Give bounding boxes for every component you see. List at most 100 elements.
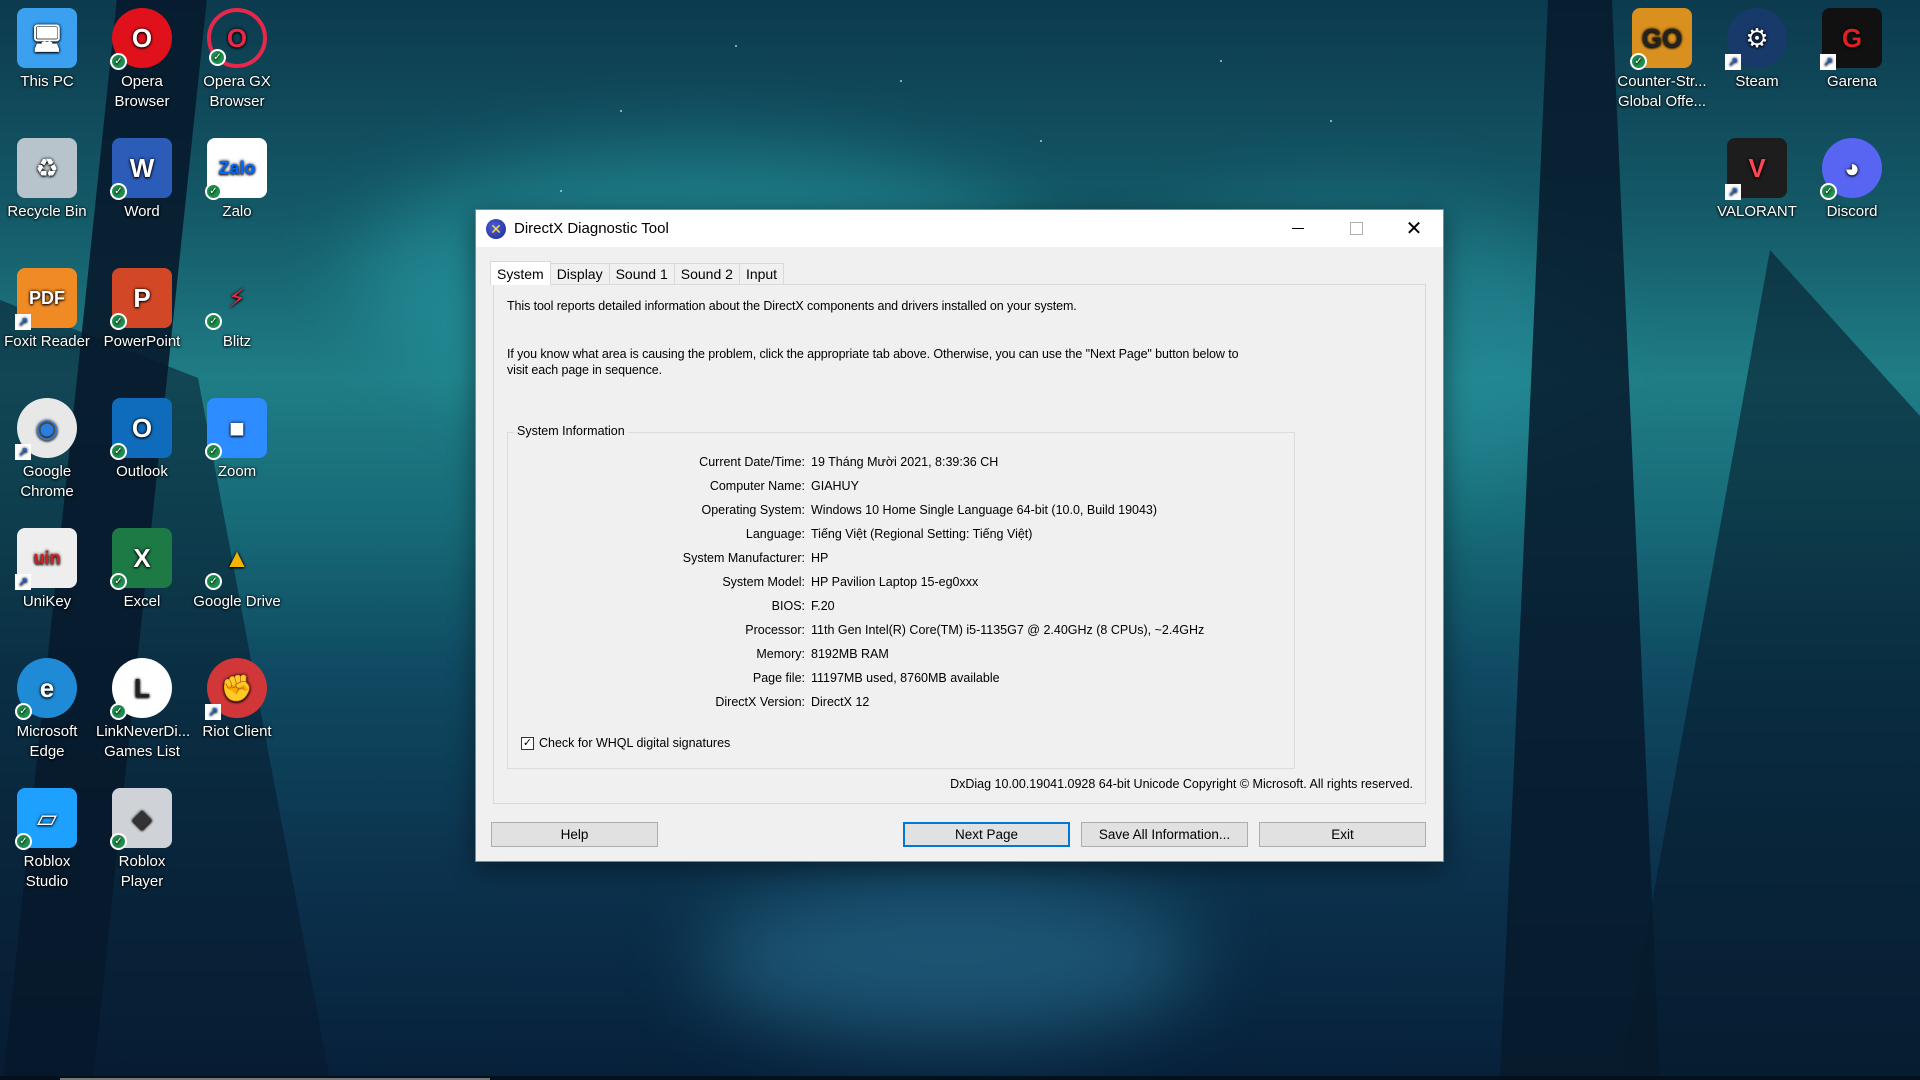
info-row: Processor: 11th Gen Intel(R) Core(TM) i5-… bbox=[508, 618, 1294, 642]
star bbox=[1220, 60, 1222, 62]
info-value: 8192MB RAM bbox=[811, 647, 889, 661]
desktop-icon-outlook[interactable]: O ✓ Outlook bbox=[96, 398, 188, 482]
maximize-icon bbox=[1349, 222, 1363, 235]
valorant-icon: V ↗ bbox=[1725, 138, 1787, 200]
computer-icon: 🖥 bbox=[17, 8, 77, 68]
desktop-icon-recycle-bin[interactable]: ♻ Recycle Bin bbox=[1, 138, 93, 222]
roblox-studio-icon: ▱ ✓ bbox=[15, 788, 77, 850]
whql-checkbox[interactable]: ✓ bbox=[521, 736, 534, 750]
info-value: GIAHUY bbox=[811, 479, 859, 493]
sync-status-icon: ✓ bbox=[110, 573, 127, 590]
info-value: F.20 bbox=[811, 599, 835, 613]
desktop-icon-label: Recycle Bin bbox=[7, 203, 87, 220]
desktop-icon-computer[interactable]: 🖥 This PC bbox=[1, 8, 93, 92]
desktop-icon-label: Zalo bbox=[222, 203, 252, 220]
foxit-reader-icon: PDF ↗ bbox=[15, 268, 77, 330]
minimize-button[interactable] bbox=[1269, 210, 1327, 247]
desktop-icon-label: Outlook bbox=[116, 463, 168, 480]
shortcut-arrow-icon: ↗ bbox=[15, 574, 31, 590]
info-key: Processor: bbox=[745, 623, 805, 637]
chrome-icon: ◉ ↗ bbox=[15, 398, 77, 460]
tab-sound-2[interactable]: Sound 2 bbox=[673, 263, 740, 285]
zoom-icon: ■ ✓ bbox=[205, 398, 267, 460]
close-button[interactable]: ✕ bbox=[1385, 210, 1443, 247]
desktop-icon-label: Roblox Player bbox=[118, 853, 166, 890]
info-key: System Model: bbox=[722, 575, 805, 589]
sync-status-icon: ✓ bbox=[205, 573, 222, 590]
shortcut-arrow-icon: ↗ bbox=[205, 704, 221, 720]
opera-icon: O ✓ bbox=[110, 8, 172, 70]
tab-sound-1[interactable]: Sound 1 bbox=[608, 263, 675, 285]
whql-checkbox-row[interactable]: ✓ Check for WHQL digital signatures bbox=[521, 736, 730, 750]
info-value: 11th Gen Intel(R) Core(TM) i5-1135G7 @ 2… bbox=[811, 623, 1205, 637]
desktop-icon-label: This PC bbox=[20, 73, 74, 90]
title-bar[interactable]: DirectX Diagnostic Tool ✕ bbox=[476, 210, 1443, 247]
desktop-icon-unikey[interactable]: uin ↗ UniKey bbox=[1, 528, 93, 612]
info-key: BIOS: bbox=[771, 599, 805, 613]
desktop-icon-edge[interactable]: e ✓ Microsoft Edge bbox=[1, 658, 93, 762]
sync-status-icon: ✓ bbox=[110, 703, 127, 720]
desktop-icon-label: Garena bbox=[1826, 73, 1878, 90]
desktop-icon-csgo[interactable]: GO ✓ Counter-Str... Global Offe... bbox=[1616, 8, 1708, 112]
sync-status-icon: ✓ bbox=[110, 833, 127, 850]
sync-status-icon: ✓ bbox=[110, 183, 127, 200]
desktop-icon-foxit-reader[interactable]: PDF ↗ Foxit Reader bbox=[1, 268, 93, 352]
info-value: Tiếng Việt (Regional Setting: Tiếng Việt… bbox=[811, 527, 1033, 541]
recycle-bin-icon: ♻ bbox=[17, 138, 77, 198]
maximize-button[interactable] bbox=[1327, 210, 1385, 247]
desktop-icon-zoom[interactable]: ■ ✓ Zoom bbox=[191, 398, 283, 482]
next-page-button[interactable]: Next Page bbox=[903, 822, 1070, 847]
desktop-icon-powerpoint[interactable]: P ✓ PowerPoint bbox=[96, 268, 188, 352]
desktop-icon-label: Zoom bbox=[217, 463, 257, 480]
desktop-icon-label: Word bbox=[124, 203, 160, 220]
group-title: System Information bbox=[514, 424, 628, 438]
tab-input[interactable]: Input bbox=[738, 263, 785, 285]
desktop-icon-label: LinkNeverDi... Games List bbox=[96, 723, 191, 760]
desktop-icon-opera[interactable]: O ✓ Opera Browser bbox=[96, 8, 188, 112]
desktop-icon-excel[interactable]: X ✓ Excel bbox=[96, 528, 188, 612]
desktop-icon-discord[interactable]: ◕ ✓ Discord bbox=[1806, 138, 1898, 222]
info-row: DirectX Version: DirectX 12 bbox=[508, 690, 1294, 714]
desktop-icon-label: PowerPoint bbox=[103, 333, 181, 350]
desktop-icon-garena[interactable]: G ↗ Garena bbox=[1806, 8, 1898, 92]
desktop-icon-opera-gx[interactable]: O ✓ Opera GX Browser bbox=[191, 8, 283, 112]
info-key: DirectX Version: bbox=[715, 695, 805, 709]
csgo-icon: GO ✓ bbox=[1630, 8, 1692, 70]
info-row: Current Date/Time: 19 Tháng Mười 2021, 8:… bbox=[508, 450, 1294, 474]
wallpaper-tree bbox=[1500, 0, 1660, 1080]
desktop-icon-zalo[interactable]: Zalo ✓ Zalo bbox=[191, 138, 283, 222]
desktop-icon-label: Microsoft Edge bbox=[16, 723, 78, 760]
desktop-icon-word[interactable]: W ✓ Word bbox=[96, 138, 188, 222]
desktop-icon-blitz[interactable]: ⚡ ✓ Blitz bbox=[191, 268, 283, 352]
star bbox=[900, 80, 902, 82]
excel-icon: X ✓ bbox=[110, 528, 172, 590]
tab-bar: System Display Sound 1 Sound 2 Input bbox=[490, 261, 785, 285]
shortcut-arrow-icon: ↗ bbox=[15, 444, 31, 460]
star bbox=[620, 110, 622, 112]
info-row: Language: Tiếng Việt (Regional Setting: T… bbox=[508, 522, 1294, 546]
desktop-icon-roblox-studio[interactable]: ▱ ✓ Roblox Studio bbox=[1, 788, 93, 892]
help-button[interactable]: Help bbox=[491, 822, 658, 847]
shortcut-arrow-icon: ↗ bbox=[1725, 54, 1741, 70]
info-row: Memory: 8192MB RAM bbox=[508, 642, 1294, 666]
save-all-information-button[interactable]: Save All Information... bbox=[1081, 822, 1248, 847]
desktop-icon-steam[interactable]: ⚙ ↗ Steam bbox=[1711, 8, 1803, 92]
exit-button[interactable]: Exit bbox=[1259, 822, 1426, 847]
sync-status-icon: ✓ bbox=[205, 443, 222, 460]
sync-status-icon: ✓ bbox=[15, 703, 32, 720]
tab-display[interactable]: Display bbox=[549, 263, 610, 285]
desktop-icon-riot-client[interactable]: ✊ ↗ Riot Client bbox=[191, 658, 283, 742]
linkneverdie-icon: L ✓ bbox=[110, 658, 172, 720]
sync-status-icon: ✓ bbox=[15, 833, 32, 850]
sync-status-icon: ✓ bbox=[205, 313, 222, 330]
desktop-icon-valorant[interactable]: V ↗ VALORANT bbox=[1711, 138, 1803, 222]
directx-diagnostic-dialog: DirectX Diagnostic Tool ✕ System Display… bbox=[475, 209, 1444, 862]
tab-system[interactable]: System bbox=[490, 261, 551, 285]
desktop-icon-chrome[interactable]: ◉ ↗ Google Chrome bbox=[1, 398, 93, 502]
desktop-icon-label: Blitz bbox=[222, 333, 252, 350]
desktop-icon-roblox-player[interactable]: ◆ ✓ Roblox Player bbox=[96, 788, 188, 892]
info-row: System Manufacturer: HP bbox=[508, 546, 1294, 570]
desktop-icon-google-drive[interactable]: ▲ ✓ Google Drive bbox=[191, 528, 283, 612]
edge-icon: e ✓ bbox=[15, 658, 77, 720]
desktop-icon-linkneverdie[interactable]: L ✓ LinkNeverDi... Games List bbox=[96, 658, 191, 762]
